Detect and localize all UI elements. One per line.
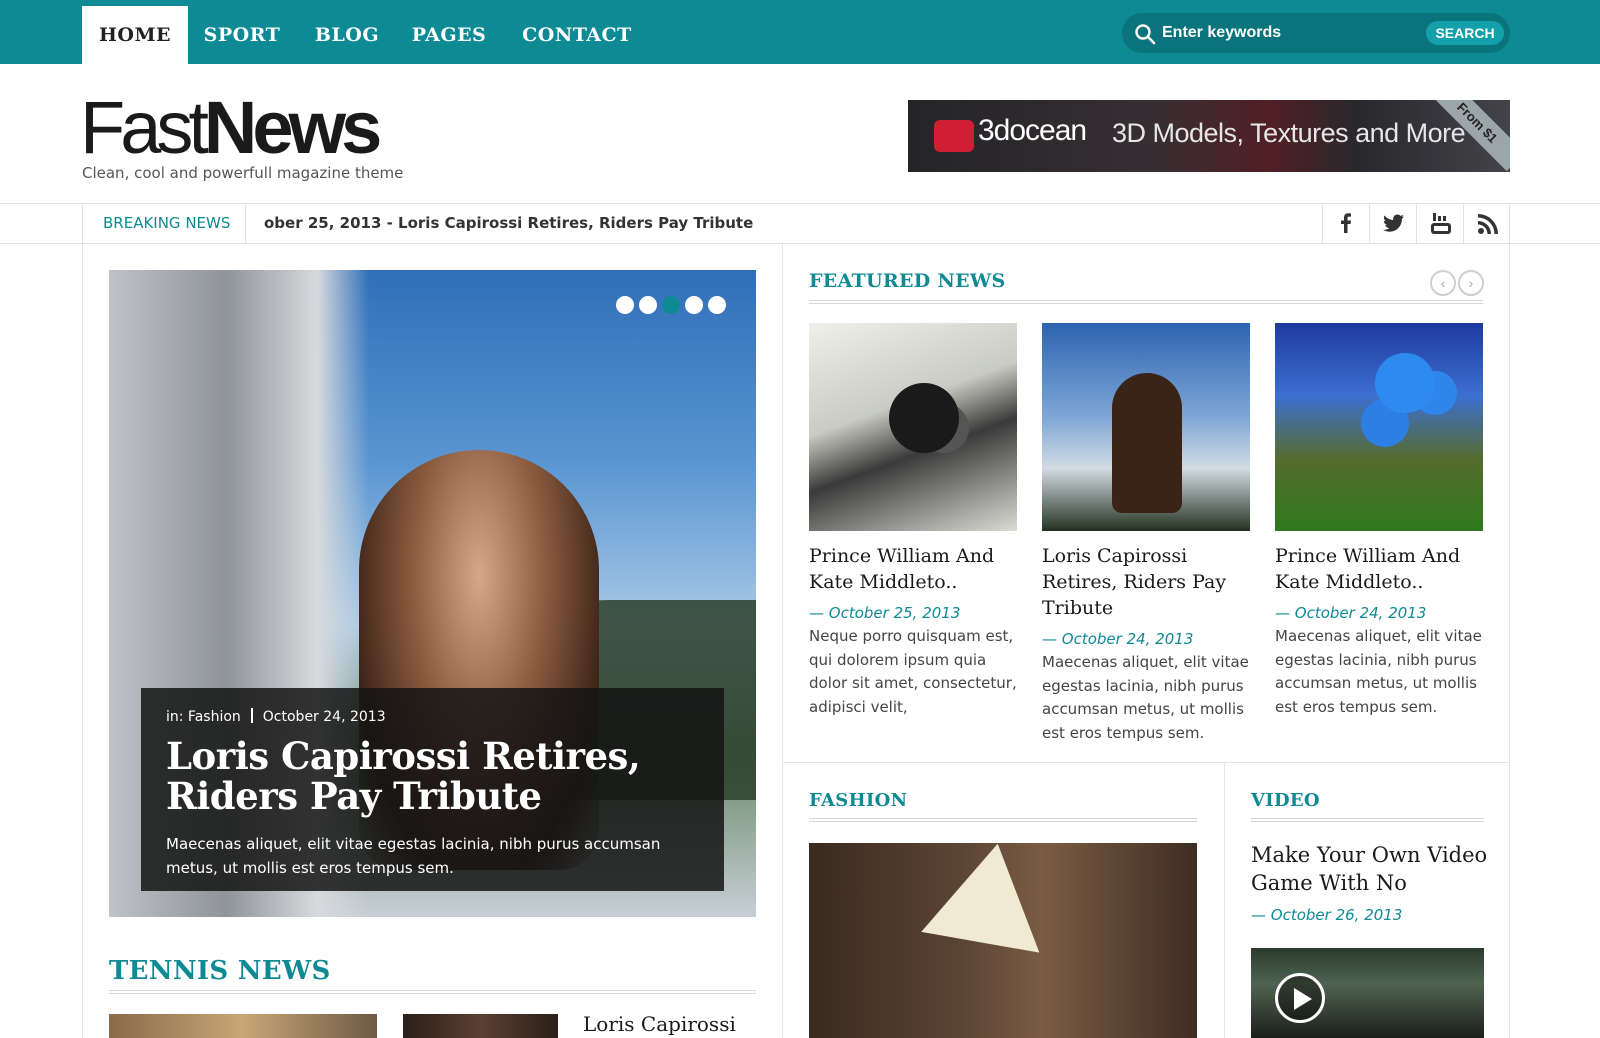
tennis-image-1[interactable] — [109, 1014, 377, 1038]
breaking-news-bar: BREAKING NEWS ober 25, 2013 - Loris Capi… — [0, 203, 1600, 244]
chevron-right-icon: › — [1468, 275, 1474, 291]
slider-meta: in: Fashion October 24, 2013 — [166, 708, 386, 725]
video-post-date: — October 26, 2013 — [1251, 906, 1403, 924]
nav-contact[interactable]: CONTACT — [512, 6, 642, 64]
frame-divider — [782, 244, 783, 1038]
search-input[interactable] — [1162, 19, 1412, 47]
frame-divider — [82, 244, 83, 1038]
banner-text: 3D Models, Textures and More — [1112, 118, 1466, 148]
featured-image-2[interactable] — [1042, 323, 1250, 531]
video-title: VIDEO — [1251, 790, 1320, 811]
search-box: SEARCH — [1122, 13, 1510, 53]
frame-divider — [1509, 244, 1510, 1038]
section-rule — [109, 990, 756, 994]
featured-image-1[interactable] — [809, 323, 1017, 531]
play-button[interactable] — [1275, 973, 1325, 1023]
banner-brand: 3docean — [978, 114, 1087, 147]
featured-prev-button[interactable]: ‹ — [1430, 270, 1456, 296]
featured-title-1[interactable]: Prince William And Kate Middleto.. — [809, 543, 1019, 595]
nav-blog[interactable]: BLOG — [308, 6, 386, 64]
featured-next-button[interactable]: › — [1458, 270, 1484, 296]
featured-date-3: — October 24, 2013 — [1275, 604, 1427, 622]
slider-description: Maecenas aliquet, elit vitae egestas lac… — [166, 835, 661, 877]
chevron-left-icon: ‹ — [1440, 275, 1446, 291]
ad-banner[interactable]: 3docean 3D Models, Textures and More Fro… — [908, 100, 1510, 172]
frame-divider — [1224, 762, 1225, 1038]
slider-category[interactable]: in: Fashion — [166, 709, 241, 725]
tennis-news-title: TENNIS NEWS — [109, 956, 331, 986]
slider-dot-1[interactable] — [616, 296, 634, 314]
fashion-image-lamp — [921, 843, 1057, 953]
3docean-logo-icon — [934, 120, 974, 152]
logo-fast: Fast — [80, 86, 209, 169]
rss-link[interactable] — [1463, 204, 1510, 243]
featured-desc-1: Neque porro quisquam est, qui dolorem ip… — [809, 627, 1017, 716]
slider-caption: in: Fashion October 24, 2013 Loris Capiro… — [141, 688, 724, 891]
slider-title[interactable]: Loris Capirossi Retires, Riders Pay Trib… — [166, 736, 706, 816]
breaking-news-label: BREAKING NEWS — [82, 204, 246, 243]
section-rule — [809, 300, 1483, 304]
slider-dot-5[interactable] — [708, 296, 726, 314]
video-thumbnail[interactable] — [1251, 948, 1484, 1038]
twitter-icon — [1383, 214, 1404, 232]
featured-desc-2: Maecenas aliquet, elit vitae egestas lac… — [1042, 653, 1249, 742]
search-button[interactable]: SEARCH — [1426, 21, 1504, 45]
slider-date: October 24, 2013 — [262, 709, 386, 725]
fashion-title: FASHION — [809, 790, 908, 811]
youtube-link[interactable] — [1416, 204, 1463, 243]
play-icon — [1294, 988, 1312, 1010]
frame-divider — [782, 762, 1510, 763]
logo-news: News — [203, 86, 382, 169]
nav-pages[interactable]: PAGES — [406, 6, 492, 64]
slider-dot-2[interactable] — [639, 296, 657, 314]
site-tagline: Clean, cool and powerfull magazine theme — [82, 164, 404, 182]
video-post-title[interactable]: Make Your Own Video Game With No — [1251, 841, 1491, 897]
nav-home[interactable]: HOME — [82, 6, 188, 64]
tennis-image-2[interactable] — [403, 1014, 558, 1038]
site-logo[interactable]: FastNews — [80, 86, 382, 169]
featured-date-2: — October 24, 2013 — [1042, 630, 1194, 648]
featured-title-3[interactable]: Prince William And Kate Middleto.. — [1275, 543, 1485, 595]
featured-date-1: — October 25, 2013 — [809, 604, 961, 622]
featured-image-3[interactable] — [1275, 323, 1483, 531]
featured-news-title: FEATURED NEWS — [809, 270, 1006, 292]
facebook-link[interactable] — [1322, 204, 1369, 243]
tennis-post-title[interactable]: Loris Capirossi — [583, 1012, 736, 1036]
slider-dot-4[interactable] — [685, 296, 703, 314]
featured-title-2[interactable]: Loris Capirossi Retires, Riders Pay Trib… — [1042, 543, 1252, 621]
youtube-icon — [1431, 213, 1451, 234]
nav-sport[interactable]: SPORT — [196, 6, 288, 64]
facebook-icon — [1341, 213, 1351, 233]
search-icon — [1135, 24, 1156, 45]
rss-icon — [1478, 214, 1498, 234]
section-rule — [1251, 818, 1484, 822]
fashion-image[interactable] — [809, 843, 1197, 1038]
top-navigation: HOME SPORT BLOG PAGES CONTACT SEARCH — [0, 0, 1600, 64]
slider-dot-3[interactable] — [662, 296, 680, 314]
section-rule — [809, 818, 1197, 822]
twitter-link[interactable] — [1369, 204, 1416, 243]
breaking-news-ticker[interactable]: ober 25, 2013 - Loris Capirossi Retires,… — [264, 204, 753, 243]
featured-desc-3: Maecenas aliquet, elit vitae egestas lac… — [1275, 627, 1482, 716]
